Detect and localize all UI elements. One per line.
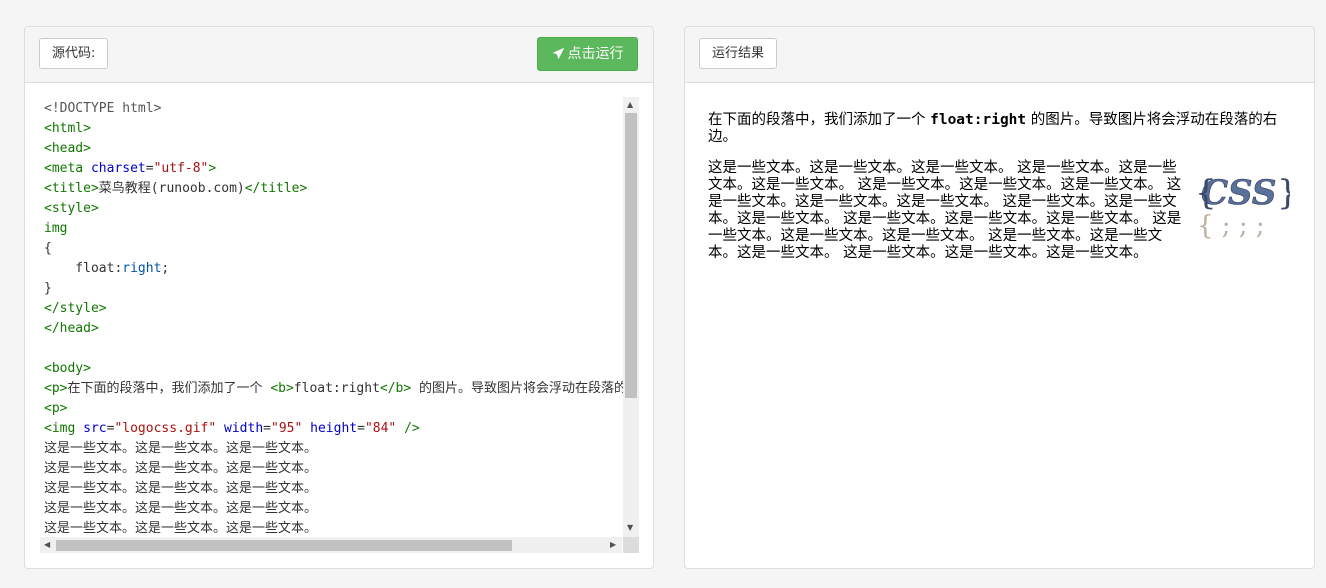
code-line[interactable] [44,339,639,359]
code-token: 这是一些文本。这是一些文本。这是一些文本。 [44,481,318,496]
code-token: "utf-8" [153,161,209,176]
code-token: /> [396,421,420,436]
code-token: 菜鸟教程(runoob.com) [98,181,245,196]
intro-text-before: 在下面的段落中，我们添加了一个 [708,112,931,128]
vertical-scrollbar-thumb[interactable] [625,113,637,398]
code-line[interactable]: <img src="logocss.gif" width="95" height… [44,419,639,439]
code-line[interactable]: float:right; [44,259,639,279]
code-token: <head> [44,141,91,156]
code-token: <style> [44,201,99,216]
code-token: src [83,421,107,436]
code-line[interactable]: 这是一些文本。这是一些文本。这是一些文本。 [44,459,639,479]
code-token: "logocss.gif" [114,421,217,436]
code-token: = [145,161,154,176]
source-code-label: 源代码: [39,38,109,69]
code-lines[interactable]: <!DOCTYPE html> <html> <head> <meta charset… [44,99,639,539]
code-editor[interactable]: <!DOCTYPE html> <html> <head> <meta charset… [40,97,639,554]
horizontal-scrollbar-thumb[interactable] [56,540,512,551]
run-button-label: 点击运行 [567,46,624,62]
code-line[interactable]: 这是一些文本。这是一些文本。这是一些文本。 [44,519,639,539]
code-line[interactable]: <meta charset="utf-8"> [44,159,639,179]
code-token: img [44,221,68,236]
run-button[interactable]: 点击运行 [537,37,638,71]
code-token: <img [44,421,84,436]
code-token: charset [90,161,146,176]
result-panel: 运行结果 在下面的段落中，我们添加了一个 float:right 的图片。导致图… [684,26,1315,569]
code-token: 这是一些文本。这是一些文本。这是一些文本。 [44,441,318,456]
code-token: } [44,281,52,296]
code-line[interactable]: <title>菜鸟教程(runoob.com)</title> [44,179,639,199]
scroll-up-icon[interactable]: ▲ [627,100,633,110]
code-token: 的图片。导致图片将会浮动在段落的右边。 [419,381,639,396]
code-token: 这是一些文本。这是一些文本。这是一些文本。 [44,501,318,516]
code-line[interactable]: </head> [44,319,639,339]
code-line[interactable]: <head> [44,139,639,159]
intro-paragraph: 在下面的段落中，我们添加了一个 float:right 的图片。导致图片将会浮动… [708,112,1290,146]
code-token: { [44,241,52,256]
code-token: </b> [379,381,412,396]
code-token: 在下面的段落中，我们添加了一个 [67,381,271,396]
body-paragraph: CSS { } { ; ; ; 这是一些文本。这是一些文本。这是一些文本。 这是… [708,160,1290,262]
code-line[interactable]: } [44,279,639,299]
scrollbar-corner [623,537,639,553]
source-panel-header: 源代码: 点击运行 [25,27,653,83]
code-token: 这是一些文本。这是一些文本。这是一些文本。 [44,521,318,536]
code-token: "84" [364,421,397,436]
code-line[interactable]: <!DOCTYPE html> [44,99,639,119]
code-line[interactable]: <body> [44,359,639,379]
body-text: 这是一些文本。这是一些文本。这是一些文本。 这是一些文本。这是一些文本。这是一些… [708,160,1182,261]
code-token: <meta [44,161,91,176]
code-token: </style> [44,301,107,316]
code-token: <html> [44,121,91,136]
code-line[interactable]: img [44,219,639,239]
svg-text:{: { [1195,173,1217,213]
code-token: height [310,421,358,436]
code-token: ; [161,261,170,276]
horizontal-scrollbar[interactable]: ◀ ▶ [40,537,622,553]
code-token: width [224,421,264,436]
code-line[interactable]: 这是一些文本。这是一些文本。这是一些文本。 [44,479,639,499]
code-token: </head> [44,321,99,336]
code-line[interactable]: <html> [44,119,639,139]
code-line[interactable]: </style> [44,299,639,319]
result-label: 运行结果 [699,38,778,69]
code-token: <p> [44,401,68,416]
result-output: 在下面的段落中，我们添加了一个 float:right 的图片。导致图片将会浮动… [708,112,1290,276]
code-line[interactable]: { [44,239,639,259]
code-token: = [357,421,365,436]
code-token: <!DOCTYPE html> [44,101,162,116]
code-token: <p> [44,381,68,396]
code-token: 这是一些文本。这是一些文本。这是一些文本。 [44,461,318,476]
code-line[interactable]: 这是一些文本。这是一些文本。这是一些文本。 [44,499,639,519]
code-line[interactable]: <p>在下面的段落中，我们添加了一个 <b>float:right</b> 的图… [44,379,639,399]
code-line[interactable]: <p> [44,399,639,419]
code-token: "95" [271,421,303,436]
vertical-scrollbar[interactable]: ▲ ▼ [623,97,639,537]
svg-text:{ ; ; ;: { ; ; ; [1197,211,1265,241]
scroll-left-icon[interactable]: ◀ [44,540,50,550]
svg-text:}: } [1277,173,1290,213]
css-logo: CSS { } { ; ; ; [1195,173,1290,241]
code-token: right [122,261,162,276]
code-line[interactable]: 这是一些文本。这是一些文本。这是一些文本。 [44,439,639,459]
intro-bold-code: float:right [930,112,1027,128]
code-token: float [44,261,115,276]
source-code-panel: 源代码: 点击运行 <!DOCTYPE html> <html> <head> <me… [24,26,654,569]
code-token: = [263,421,271,436]
result-panel-header: 运行结果 [685,27,1314,83]
scroll-right-icon[interactable]: ▶ [610,540,616,550]
code-token: <title> [44,181,99,196]
code-token: > [208,161,217,176]
code-token: </title> [244,181,308,196]
code-token: <b> [270,381,294,396]
code-token: <body> [44,361,91,376]
code-token: float:right [293,381,380,396]
scroll-down-icon[interactable]: ▼ [627,523,633,533]
paper-plane-icon [552,47,564,60]
code-line[interactable]: <style> [44,199,639,219]
